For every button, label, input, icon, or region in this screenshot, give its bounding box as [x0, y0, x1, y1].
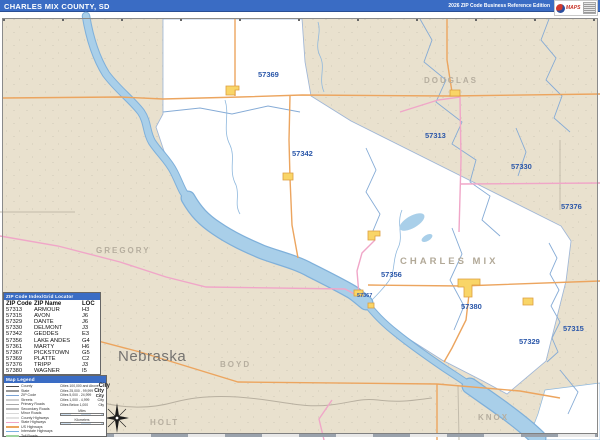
- legend-swatch: [6, 412, 19, 414]
- legend-item: Toll Roads: [6, 434, 60, 439]
- zip-label-57330: 57330: [511, 162, 532, 171]
- zip-label-57329: 57329: [519, 337, 540, 346]
- city-class-label: Cities 100,000 and Above: [60, 384, 99, 389]
- legend-swatch: [6, 417, 19, 419]
- county-label-knox: KNOX: [478, 413, 510, 422]
- city-class-label: Cities Below 1,000: [60, 402, 89, 407]
- scale-bar-miles: Miles: [60, 409, 104, 416]
- legend-city-item: Cities 1,000 - 4,999 City: [60, 398, 104, 403]
- county-label-charles-mix: CHARLES MIX: [400, 256, 499, 267]
- legend-city-item: Cities Below 1,000 City: [60, 402, 104, 407]
- zip-index-panel: ZIP Code Index/Grid Locator ZIP Code ZIP…: [3, 292, 101, 376]
- scale-bar-km: Kilometers: [60, 418, 104, 425]
- legend-panel: Map Legend County State ZIP Code Streets…: [3, 375, 110, 438]
- city-sample: City: [98, 402, 105, 407]
- scale-bar: [60, 421, 104, 425]
- city-class-label: Cities 1,000 - 4,999: [60, 398, 90, 403]
- legend-city-column: Cities 100,000 and Above City Cities 25,0…: [60, 383, 110, 438]
- legend-label: State: [21, 388, 30, 393]
- county-label-boyd: BOYD: [220, 360, 252, 369]
- cell-loc: I5: [82, 368, 87, 375]
- county-label-holt: HOLT: [150, 418, 180, 427]
- zip-label-57315: 57315: [563, 324, 584, 333]
- zip-label-57356: 57356: [381, 270, 402, 279]
- legend-label: Minor Roads: [21, 411, 42, 416]
- legend-label: Streets: [21, 397, 33, 402]
- zip-label-57367: 57367: [357, 293, 373, 299]
- county-label-douglas: DOUGLAS: [424, 76, 478, 85]
- legend-label: Primary Roads: [21, 402, 45, 407]
- cell-zip: 57380: [6, 368, 23, 375]
- city-sample: City: [97, 398, 104, 403]
- map-page: CHARLES MIX COUNTY, SD 2026 ZIP Code Bus…: [0, 0, 600, 440]
- index-header-row: ZIP Code ZIP Name LOC: [4, 300, 100, 307]
- legend-label: County Highways: [21, 415, 49, 420]
- legend-swatch: [6, 426, 19, 428]
- legend-city-item: Cities 5,000 - 24,999 City: [60, 393, 104, 398]
- state-label-nebraska: Nebraska: [118, 348, 187, 365]
- cell-name: WAGNER: [34, 368, 60, 375]
- legend-label: Toll Roads: [21, 433, 38, 438]
- compass-rose-icon: [105, 403, 129, 433]
- legend-label: Secondary Roads: [21, 406, 50, 411]
- legend-swatch: [6, 399, 19, 401]
- scale-bar: [60, 412, 104, 416]
- legend-label: US Highways: [21, 424, 43, 429]
- zip-label-57369: 57369: [258, 70, 279, 79]
- legend-swatch: [6, 408, 19, 410]
- zip-label-57313: 57313: [425, 131, 446, 140]
- legend-label: ZIP Code: [21, 393, 37, 398]
- city-class-label: Cities 25,000 - 99,999: [60, 388, 94, 393]
- legend-swatch: [6, 421, 19, 423]
- county-label-gregory: GREGORY: [96, 246, 151, 255]
- zip-label-57376: 57376: [561, 202, 582, 211]
- legend-label: County: [21, 384, 33, 389]
- legend-swatch: [6, 430, 19, 432]
- index-row: 57380 WAGNER I5: [4, 368, 100, 374]
- legend-swatch: [6, 435, 19, 437]
- legend-label: State Highways: [21, 420, 46, 425]
- legend-label: Interstate Highways: [21, 429, 53, 434]
- legend-swatch: [6, 394, 19, 396]
- legend-swatch: [6, 385, 19, 387]
- grid-ruler-top: [3, 19, 597, 21]
- zip-index-title: ZIP Code Index/Grid Locator: [4, 293, 100, 300]
- zip-label-57380: 57380: [461, 302, 482, 311]
- legend-swatch: [6, 390, 19, 392]
- legend-title: Map Legend: [4, 376, 106, 383]
- legend-swatch: [6, 403, 19, 405]
- legend-line-column: County State ZIP Code Streets Primary Ro…: [6, 384, 60, 438]
- zip-label-57342: 57342: [292, 149, 313, 158]
- city-class-label: Cities 5,000 - 24,999: [60, 393, 92, 398]
